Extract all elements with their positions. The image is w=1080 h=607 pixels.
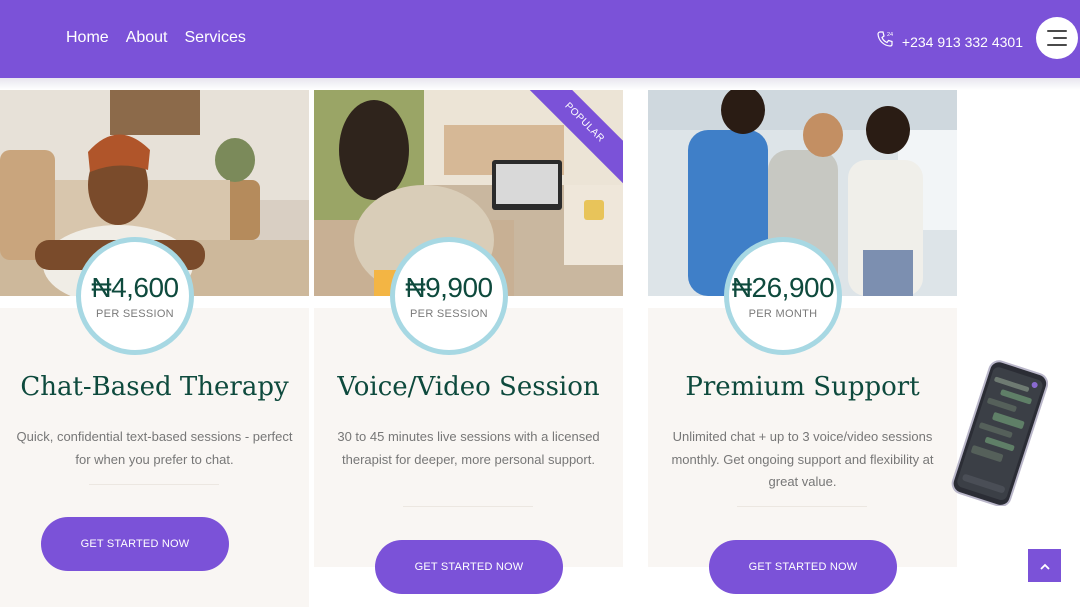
card-title: Premium Support	[685, 372, 920, 402]
card-divider	[403, 506, 533, 507]
nav-home-link[interactable]: Home	[66, 29, 109, 47]
price-badge: ₦4,600 PER SESSION	[76, 237, 194, 355]
chat-app-phone-image	[948, 360, 1049, 507]
scroll-to-top-button[interactable]	[1028, 549, 1061, 582]
chevron-up-icon	[1039, 557, 1050, 575]
card-divider	[89, 484, 219, 485]
get-started-button[interactable]: GET STARTED NOW	[41, 517, 229, 571]
menu-button[interactable]	[1036, 17, 1078, 59]
hamburger-menu-icon	[1047, 30, 1067, 46]
price-unit: PER SESSION	[410, 308, 488, 320]
nav-services-link[interactable]: Services	[185, 29, 246, 47]
get-started-button[interactable]: GET STARTED NOW	[709, 540, 897, 594]
price: ₦9,900	[405, 272, 493, 303]
header-shadow	[0, 78, 1080, 90]
contact-phone[interactable]: 24 +234 913 332 4301	[876, 30, 1023, 53]
price-unit: PER MONTH	[748, 308, 818, 320]
pricing-card-voice-video: POPULAR ₦9,900 PER SESSION Voice/Video S…	[314, 90, 623, 594]
card-description: Unlimited chat + up to 3 voice/video ses…	[671, 429, 934, 489]
price-unit: PER SESSION	[96, 308, 174, 320]
price: ₦26,900	[731, 272, 835, 303]
card-title: Chat-Based Therapy	[20, 372, 289, 402]
phone-number: +234 913 332 4301	[901, 33, 1023, 50]
card-description: 30 to 45 minutes live sessions with a li…	[337, 429, 600, 467]
phone-icon: 24	[876, 30, 894, 53]
price-badge: ₦26,900 PER MONTH	[724, 237, 842, 355]
card-divider	[737, 506, 867, 507]
main-nav: Home About Services	[66, 29, 246, 47]
pricing-card-chat: ₦4,600 PER SESSION Chat-Based Therapy Qu…	[0, 90, 309, 607]
nav-about-link[interactable]: About	[126, 29, 168, 47]
card-description: Quick, confidential text-based sessions …	[16, 429, 293, 467]
price-badge: ₦9,900 PER SESSION	[390, 237, 508, 355]
card-title: Voice/Video Session	[337, 372, 600, 402]
pricing-card-premium: ₦26,900 PER MONTH Premium Support Unlimi…	[648, 90, 957, 594]
svg-text:24: 24	[887, 32, 893, 38]
get-started-button[interactable]: GET STARTED NOW	[375, 540, 563, 594]
price: ₦4,600	[91, 272, 179, 303]
site-header: Home About Services 24 +234 913 332 4301	[0, 0, 1080, 78]
